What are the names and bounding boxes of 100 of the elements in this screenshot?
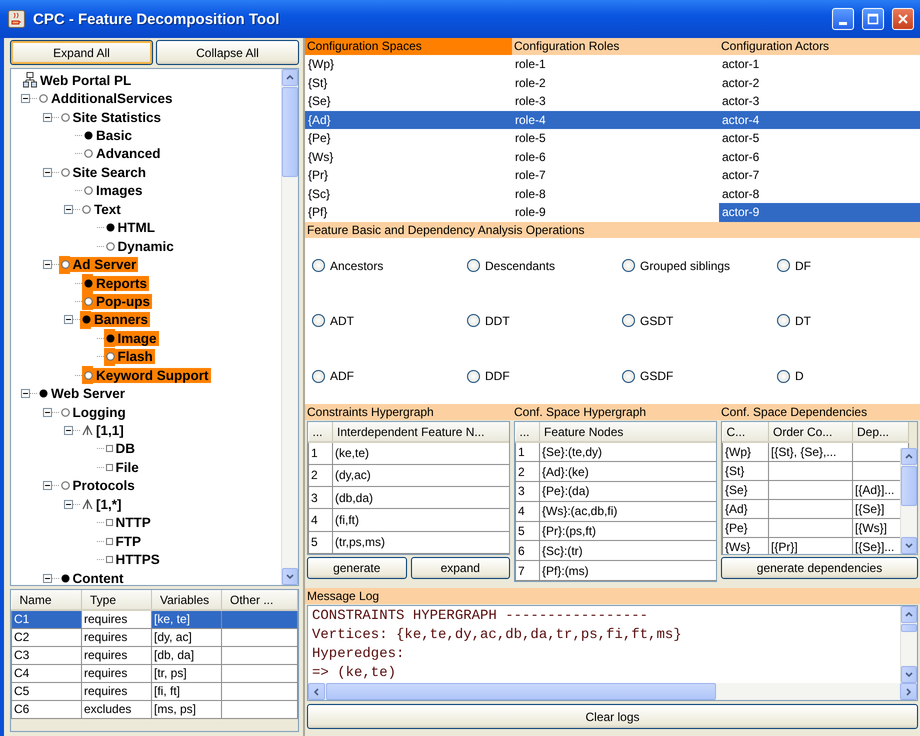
action-button[interactable]: generate [307, 557, 406, 579]
table-cell[interactable]: {St} [305, 74, 512, 92]
tree-node-label[interactable]: Protocols [70, 478, 137, 494]
tree-node-label[interactable]: [1,1] [93, 423, 126, 438]
scrollbar[interactable] [900, 448, 917, 554]
table-cell[interactable]: actor-5 [719, 129, 920, 148]
tree-node-label[interactable]: Reports [93, 276, 150, 291]
column-header[interactable]: Feature Nodes [540, 422, 716, 442]
collapse-toggle[interactable] [64, 500, 73, 509]
table-cell[interactable]: {Pf} [305, 203, 512, 222]
tree-node-label[interactable]: HTML [114, 220, 157, 236]
column-header[interactable]: Dep... [852, 422, 908, 442]
scrollbar-thumb[interactable] [901, 624, 917, 632]
column-header[interactable]: Order Co... [768, 422, 852, 442]
column-header[interactable]: Configuration Actors [719, 38, 920, 55]
table-cell[interactable]: role-5 [512, 129, 719, 148]
table-cell[interactable]: {Wp} [305, 55, 512, 74]
radio-option[interactable]: Grouped siblings [622, 258, 777, 273]
radio-option[interactable]: ADT [312, 314, 467, 328]
collapse-toggle[interactable] [64, 315, 73, 324]
tree-node-label[interactable]: HTTPS [112, 552, 162, 568]
collapse-toggle[interactable] [64, 204, 73, 214]
column-header[interactable]: Other ... [222, 590, 298, 610]
table-cell[interactable]: actor-6 [719, 148, 920, 166]
tree-node-label[interactable]: Images [93, 183, 145, 198]
tree-node-label[interactable]: FTP [112, 534, 143, 549]
column-header[interactable]: ... [308, 422, 332, 442]
column-header[interactable]: Variables [152, 590, 222, 610]
tree-node-label[interactable]: Image [114, 330, 159, 346]
radio-option[interactable]: ADF [312, 369, 467, 384]
tree-node-label[interactable]: Site Statistics [70, 110, 164, 125]
table-cell[interactable]: actor-4 [719, 110, 920, 129]
table-cell[interactable]: role-3 [512, 92, 719, 110]
tree-node-label[interactable]: Banners [91, 312, 150, 328]
column-header[interactable]: Configuration Roles [512, 38, 719, 55]
table-cell[interactable]: {Sc} [305, 184, 512, 203]
collapse-all-button[interactable]: Collapse All [156, 40, 299, 65]
tree-node-label[interactable]: Web Portal PL [37, 72, 134, 88]
collapse-toggle[interactable] [42, 168, 52, 177]
table-cell[interactable]: role-6 [512, 148, 719, 166]
collapse-toggle[interactable] [42, 260, 52, 270]
tree-node-label[interactable]: Dynamic [114, 238, 176, 254]
tree-node-label[interactable]: Text [91, 202, 123, 217]
expand-all-button[interactable]: Expand All [10, 40, 153, 65]
column-header[interactable]: ... [516, 422, 540, 442]
scrollbar-thumb[interactable] [282, 87, 298, 177]
column-header[interactable]: Interdependent Feature N... [332, 422, 509, 442]
table-cell[interactable]: role-8 [512, 184, 719, 203]
tree-node-label[interactable]: Logging [70, 404, 128, 420]
maximize-button[interactable] [862, 8, 884, 30]
column-header[interactable]: Name [12, 590, 82, 610]
table-cell[interactable]: actor-2 [719, 74, 920, 92]
scrollbar-thumb[interactable] [326, 683, 716, 700]
scrollbar[interactable] [281, 69, 298, 585]
tree-node-label[interactable]: AdditionalServices [48, 91, 175, 106]
tree-node-label[interactable]: DB [112, 441, 137, 456]
minimize-button[interactable] [832, 8, 854, 30]
table-cell[interactable]: {Pe} [305, 129, 512, 148]
collapse-toggle[interactable] [42, 574, 52, 583]
table-cell[interactable]: role-7 [512, 166, 719, 184]
tree-node-label[interactable]: Flash [114, 349, 155, 364]
table-cell[interactable]: {Pr} [305, 166, 512, 184]
column-header[interactable]: Configuration Spaces [305, 38, 512, 55]
scrollbar[interactable] [900, 606, 917, 683]
generate-dependencies-button[interactable]: generate dependencies [721, 557, 918, 579]
action-button[interactable]: expand [410, 557, 510, 579]
tree-node-label[interactable]: Keyword Support [93, 368, 211, 383]
radio-option[interactable]: GSDT [622, 314, 777, 328]
tree-node-label[interactable]: NTTP [112, 515, 153, 530]
column-header[interactable]: C... [722, 422, 768, 442]
table-cell[interactable]: actor-8 [719, 184, 920, 203]
radio-option[interactable]: DDF [467, 369, 622, 384]
table-cell[interactable]: role-2 [512, 74, 719, 92]
table-cell[interactable]: {Ad} [305, 110, 512, 129]
tree-node-label[interactable]: Pop-ups [93, 294, 152, 309]
collapse-toggle[interactable] [21, 389, 30, 398]
table-cell[interactable]: actor-1 [719, 55, 920, 74]
tree-node-label[interactable]: Content [70, 570, 126, 585]
collapse-toggle[interactable] [42, 481, 52, 490]
clear-logs-button[interactable]: Clear logs [307, 704, 918, 729]
tree-node-label[interactable]: Web Server [48, 386, 128, 402]
collapse-toggle[interactable] [21, 94, 30, 104]
table-cell[interactable]: actor-3 [719, 92, 920, 110]
table-cell[interactable]: actor-7 [719, 166, 920, 184]
table-cell[interactable]: {Se} [305, 92, 512, 110]
radio-option[interactable]: DT [777, 314, 920, 328]
radio-option[interactable]: D [777, 369, 920, 384]
table-cell[interactable]: role-9 [512, 203, 719, 222]
radio-option[interactable]: GSDF [622, 369, 777, 384]
scrollbar-thumb[interactable] [901, 466, 917, 506]
collapse-toggle[interactable] [42, 112, 52, 122]
radio-option[interactable]: DF [777, 258, 920, 273]
column-header[interactable]: Type [82, 590, 152, 610]
collapse-toggle[interactable] [64, 426, 73, 436]
tree-node-label[interactable]: Basic [93, 128, 134, 144]
tree-node-label[interactable]: [1,*] [93, 496, 124, 512]
radio-option[interactable]: Descendants [467, 258, 622, 273]
radio-option[interactable]: DDT [467, 314, 622, 328]
tree-node-label[interactable]: Site Search [70, 164, 148, 180]
tree-node-label[interactable]: File [112, 460, 141, 475]
